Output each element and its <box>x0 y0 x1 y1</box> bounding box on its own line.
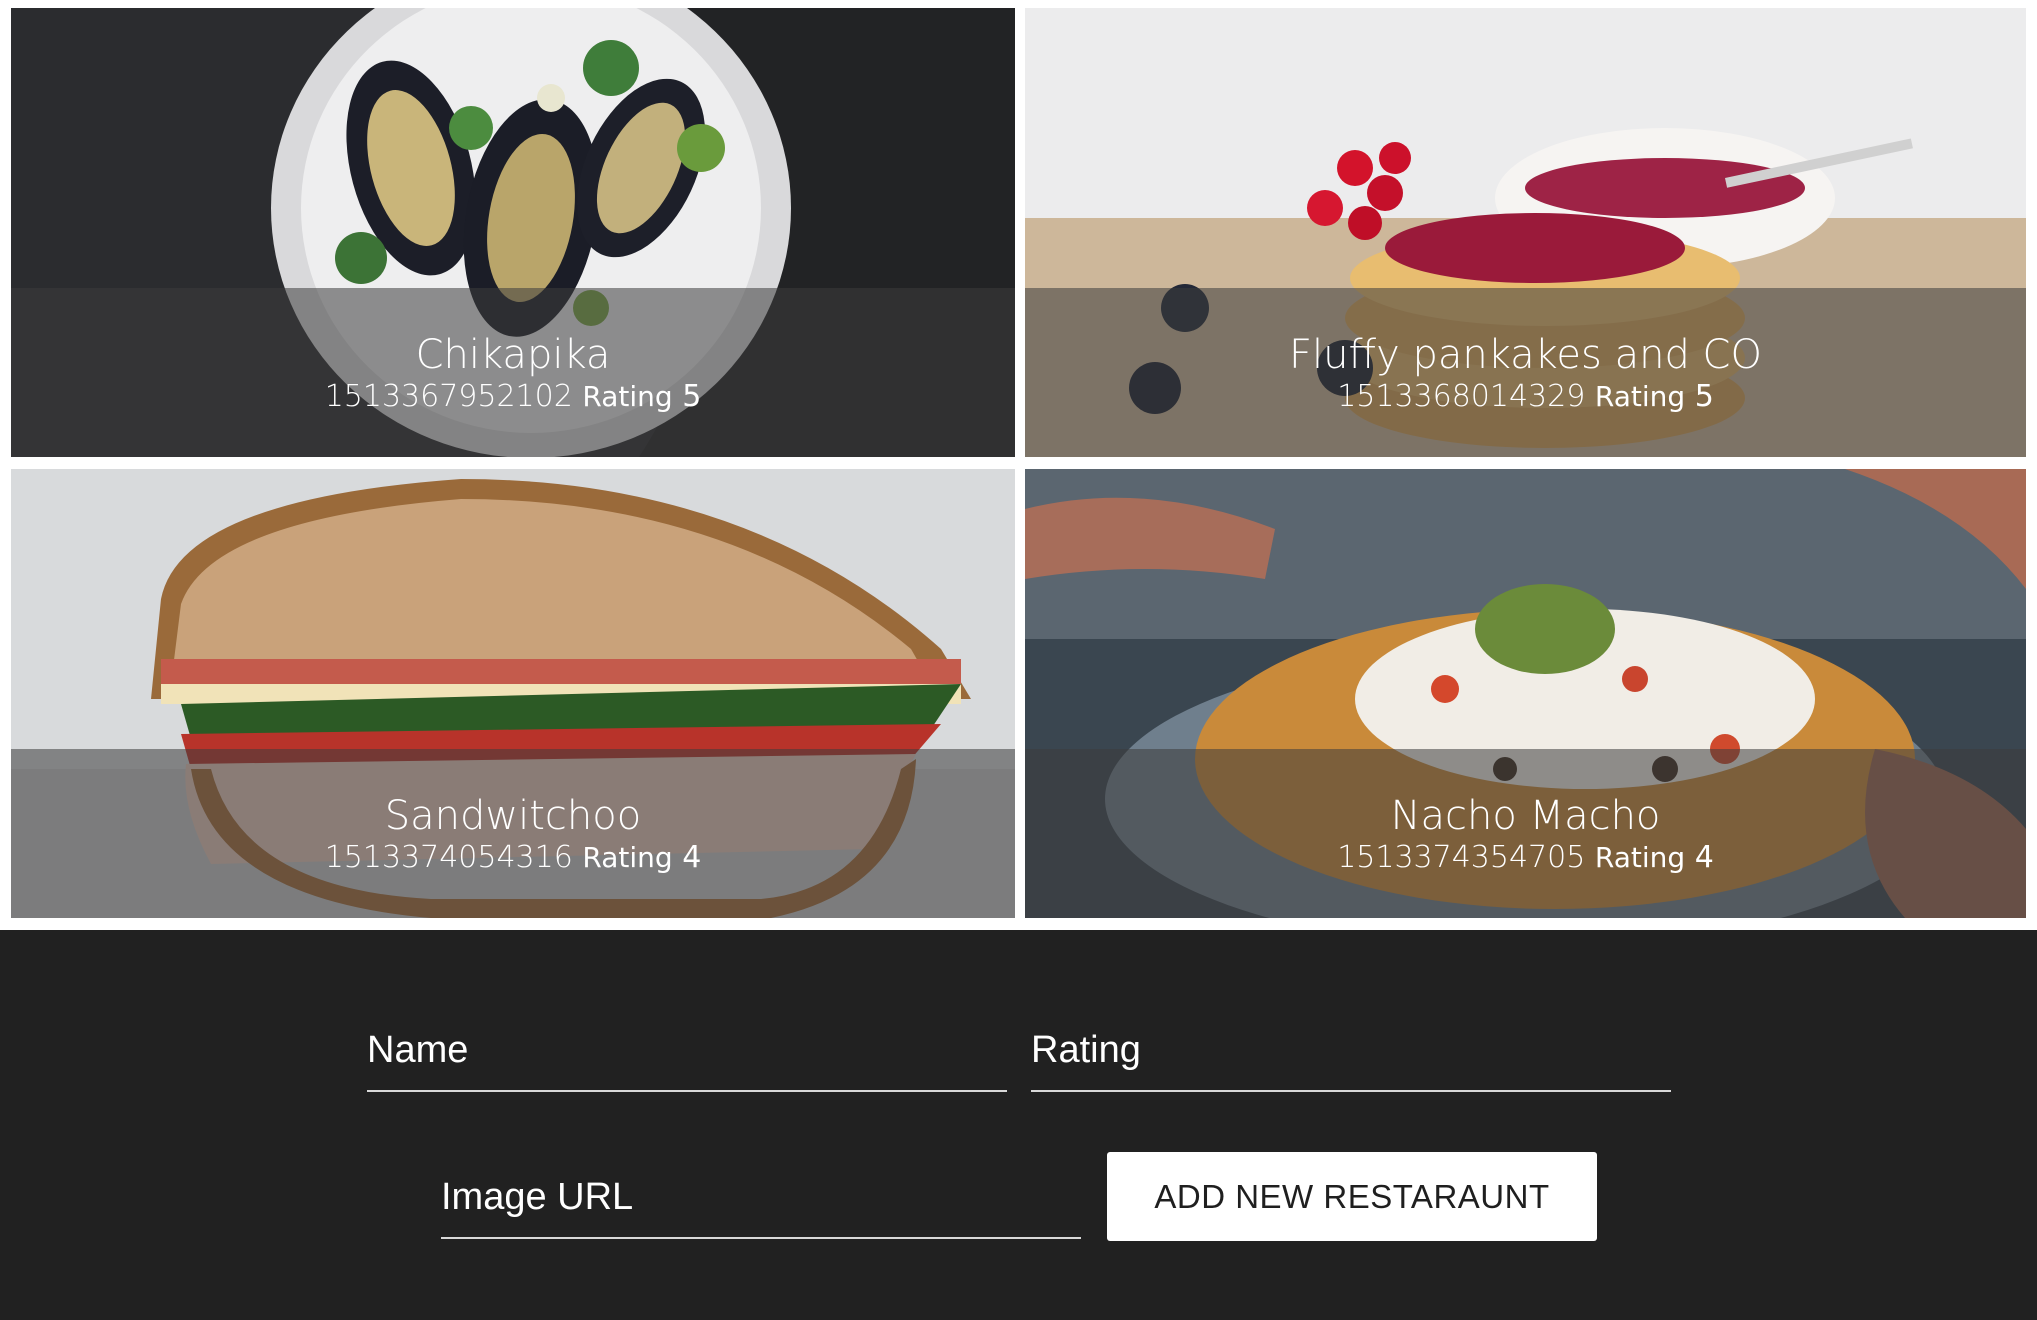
rating-value: 5 <box>682 379 702 414</box>
restaurant-card[interactable]: Sandwitchoo 1513374054316 Rating 4 <box>11 469 1015 918</box>
rating-label: Rating <box>1594 380 1686 413</box>
restaurant-id: 1513374054316 <box>324 840 573 875</box>
card-caption: Sandwitchoo 1513374054316 Rating 4 <box>11 749 1015 918</box>
restaurant-meta: 1513368014329 Rating 5 <box>1025 380 2026 414</box>
add-new-restaurant-button[interactable]: ADD NEW RESTARAUNT <box>1107 1152 1597 1241</box>
rating-value: 4 <box>1694 840 1714 875</box>
restaurant-id: 1513374354705 <box>1337 840 1586 875</box>
image-url-field <box>441 1157 1081 1239</box>
rating-label: Rating <box>1594 841 1686 874</box>
restaurant-meta: 1513374054316 Rating 4 <box>11 841 1015 875</box>
add-restaurant-form <box>0 930 2037 1320</box>
rating-value: 4 <box>682 840 702 875</box>
card-caption: Fluffy pankakes and CO 1513368014329 Rat… <box>1025 288 2026 457</box>
restaurant-meta: 1513367952102 Rating 5 <box>11 380 1015 414</box>
rating-field <box>1031 1010 1671 1092</box>
card-caption: Chikapika 1513367952102 Rating 5 <box>11 288 1015 457</box>
restaurant-card[interactable]: Nacho Macho 1513374354705 Rating 4 <box>1025 469 2026 918</box>
restaurant-name: Nacho Macho <box>1390 793 1661 839</box>
restaurant-id: 1513368014329 <box>1337 379 1586 414</box>
restaurant-name: Fluffy pankakes and CO <box>1289 332 1762 378</box>
rating-input[interactable] <box>1031 1010 1671 1090</box>
restaurant-id: 1513367952102 <box>324 379 573 414</box>
rating-value: 5 <box>1694 379 1714 414</box>
restaurant-meta: 1513374354705 Rating 4 <box>1025 841 2026 875</box>
restaurant-card[interactable]: Fluffy pankakes and CO 1513368014329 Rat… <box>1025 8 2026 457</box>
restaurant-card[interactable]: Chikapika 1513367952102 Rating 5 <box>11 8 1015 457</box>
rating-label: Rating <box>582 841 673 874</box>
rating-label: Rating <box>582 380 673 413</box>
name-field <box>367 1010 1007 1092</box>
restaurant-name: Chikapika <box>415 332 611 378</box>
image-url-input[interactable] <box>441 1157 1081 1237</box>
card-caption: Nacho Macho 1513374354705 Rating 4 <box>1025 749 2026 918</box>
name-input[interactable] <box>367 1010 1007 1090</box>
restaurant-name: Sandwitchoo <box>384 793 642 839</box>
